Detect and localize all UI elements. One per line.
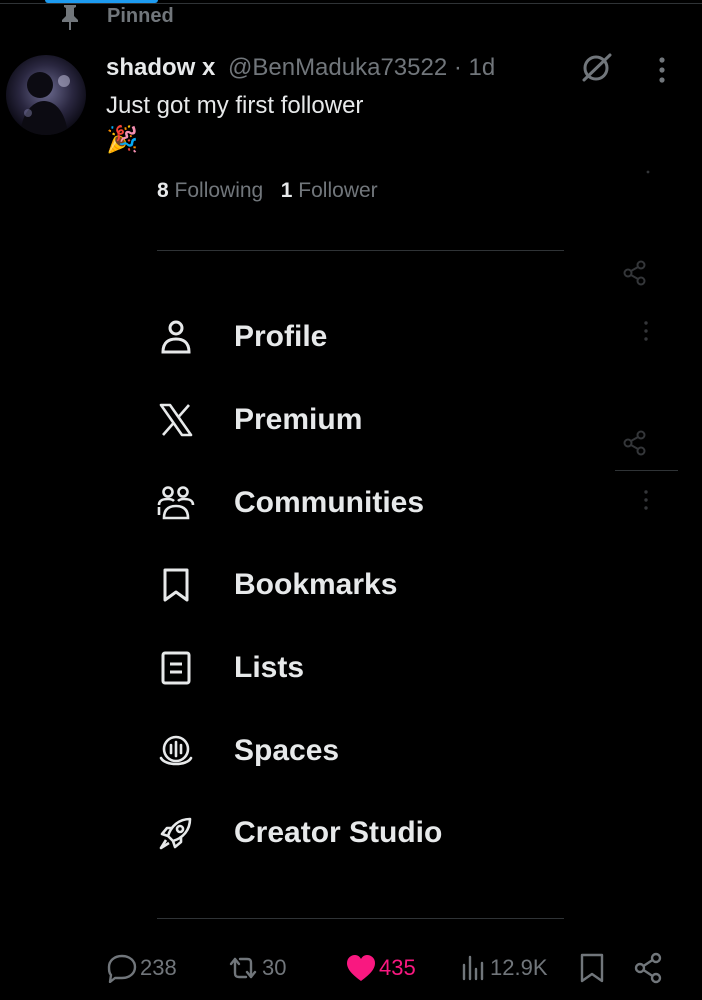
more-vertical-icon bbox=[650, 56, 674, 86]
top-divider bbox=[0, 3, 702, 4]
rocket-icon bbox=[150, 807, 202, 859]
followers-link[interactable]: 1 Follower bbox=[281, 179, 378, 202]
like-count: 435 bbox=[379, 955, 416, 980]
grok-button[interactable] bbox=[578, 50, 614, 86]
menu-label-bookmarks: Bookmarks bbox=[234, 568, 398, 601]
menu-bottom-divider bbox=[157, 918, 564, 919]
list-icon bbox=[150, 642, 202, 694]
reply-count: 238 bbox=[140, 955, 177, 980]
menu-item-premium[interactable]: Premium bbox=[150, 387, 590, 453]
views-chart-icon bbox=[460, 953, 488, 983]
reply-icon bbox=[106, 953, 138, 983]
avatar[interactable] bbox=[6, 55, 86, 135]
grok-icon bbox=[578, 50, 614, 86]
author-handle-time[interactable]: @BenMaduka73522 · 1d bbox=[228, 54, 495, 82]
reply-button[interactable]: 238 bbox=[106, 950, 177, 986]
followers-label: Follower bbox=[298, 179, 378, 202]
background-more-icon bbox=[642, 320, 650, 342]
menu-label-communities: Communities bbox=[234, 486, 425, 519]
menu-item-creator-studio[interactable]: Creator Studio bbox=[150, 800, 590, 866]
share-icon bbox=[632, 952, 664, 984]
share-button[interactable] bbox=[632, 950, 664, 986]
bookmark-outline-icon bbox=[578, 952, 606, 984]
menu-label-creator-studio: Creator Studio bbox=[234, 816, 443, 849]
views-button[interactable]: 12.9K bbox=[460, 950, 548, 986]
following-label: Following bbox=[174, 179, 264, 202]
heart-filled-icon bbox=[345, 953, 377, 983]
author-name[interactable]: shadow x bbox=[106, 54, 215, 82]
menu-label-premium: Premium bbox=[234, 403, 363, 436]
pinned-indicator bbox=[58, 4, 82, 30]
menu-item-lists[interactable]: Lists bbox=[150, 635, 590, 701]
following-link[interactable]: 8 Following bbox=[157, 179, 263, 202]
x-logo-icon bbox=[150, 394, 202, 446]
background-divider bbox=[615, 470, 678, 471]
bookmark-icon bbox=[150, 559, 202, 611]
repost-icon bbox=[226, 953, 260, 983]
background-share-icon bbox=[622, 260, 648, 286]
followers-count: 1 bbox=[280, 179, 293, 202]
background-more-icon bbox=[646, 170, 650, 174]
pin-icon bbox=[58, 2, 82, 32]
following-count: 8 bbox=[157, 179, 169, 202]
party-emoji: 🎉 bbox=[106, 124, 139, 154]
profile-stats: 8 Following 1 Follower bbox=[157, 179, 378, 203]
menu-item-bookmarks[interactable]: Bookmarks bbox=[150, 552, 590, 618]
communities-icon bbox=[150, 477, 202, 529]
menu-item-communities[interactable]: Communities bbox=[150, 470, 590, 536]
background-share-icon bbox=[622, 430, 648, 456]
menu-top-divider bbox=[157, 250, 564, 251]
spaces-icon bbox=[150, 725, 202, 777]
menu-label-lists: Lists bbox=[234, 651, 305, 684]
menu-item-profile[interactable]: Profile bbox=[150, 304, 590, 370]
tweet-text: Just got my first follower bbox=[106, 92, 364, 119]
person-icon bbox=[150, 311, 202, 363]
bookmark-button[interactable] bbox=[578, 950, 606, 986]
pinned-label: Pinned bbox=[107, 5, 174, 27]
menu-label-spaces: Spaces bbox=[234, 734, 340, 767]
more-options-button[interactable] bbox=[650, 56, 674, 86]
background-more-icon bbox=[642, 489, 650, 511]
like-button[interactable]: 435 bbox=[345, 950, 416, 986]
repost-button[interactable]: 30 bbox=[226, 950, 286, 986]
repost-count: 30 bbox=[262, 955, 287, 980]
menu-item-spaces[interactable]: Spaces bbox=[150, 718, 590, 784]
views-count: 12.9K bbox=[490, 955, 548, 980]
menu-label-profile: Profile bbox=[234, 320, 328, 353]
